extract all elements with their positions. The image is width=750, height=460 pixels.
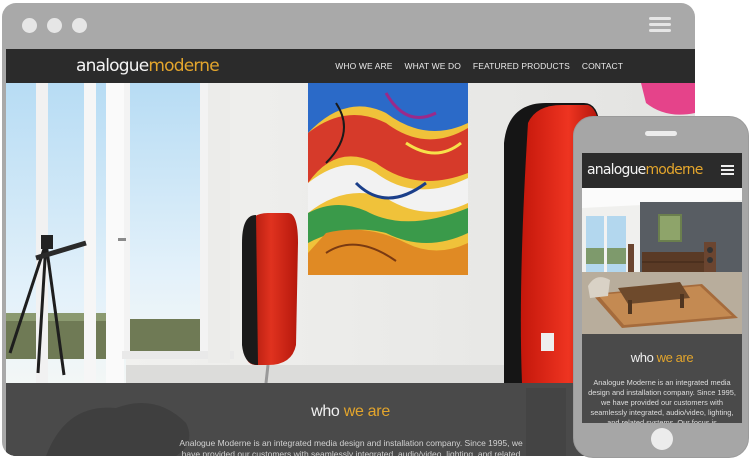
nav-contact[interactable]: CONTACT bbox=[582, 61, 623, 71]
mobile-viewport: analoguemoderne who we are Analogue Mode… bbox=[582, 153, 742, 423]
mobile-who-we-are-section: who we are Analogue Moderne is an integr… bbox=[582, 334, 742, 423]
mobile-who-we-are-paragraph: Analogue Moderne is an integrated media … bbox=[588, 378, 736, 423]
mobile-who-we-are-heading: who we are bbox=[630, 350, 694, 365]
main-nav: WHO WE ARE WHAT WE DO FEATURED PRODUCTS … bbox=[335, 49, 623, 83]
logo-text-moderne: moderne bbox=[148, 56, 219, 76]
phone-frame: analoguemoderne who we are Analogue Mode… bbox=[573, 116, 749, 458]
painting bbox=[308, 83, 468, 275]
window-dot-icon bbox=[47, 18, 62, 33]
nav-who-we-are[interactable]: WHO WE ARE bbox=[335, 61, 392, 71]
mobile-living-room-illustration bbox=[582, 188, 742, 334]
nav-what-we-do[interactable]: WHAT WE DO bbox=[405, 61, 461, 71]
window-dot-icon bbox=[72, 18, 87, 33]
mobile-site-logo[interactable]: analoguemoderne bbox=[587, 162, 703, 178]
phone-speaker-icon bbox=[645, 131, 677, 136]
left-speaker bbox=[242, 213, 298, 383]
nav-featured-products[interactable]: FEATURED PRODUCTS bbox=[473, 61, 570, 71]
site-logo[interactable]: analoguemoderne bbox=[76, 56, 220, 76]
who-we-are-paragraph: Analogue Moderne is an integrated media … bbox=[179, 438, 523, 456]
browser-menu-icon[interactable] bbox=[647, 15, 673, 35]
mobile-menu-icon[interactable] bbox=[718, 163, 736, 177]
mobile-hero-image bbox=[582, 188, 742, 334]
responsive-mockup: analoguemoderne WHO WE ARE WHAT WE DO FE… bbox=[0, 0, 750, 460]
logo-text-analogue: analogue bbox=[76, 56, 149, 76]
site-header: analoguemoderne WHO WE ARE WHAT WE DO FE… bbox=[6, 49, 695, 83]
phone-home-button-icon[interactable] bbox=[651, 428, 673, 450]
window-dot-icon bbox=[22, 18, 37, 33]
mobile-header: analoguemoderne bbox=[582, 153, 742, 188]
